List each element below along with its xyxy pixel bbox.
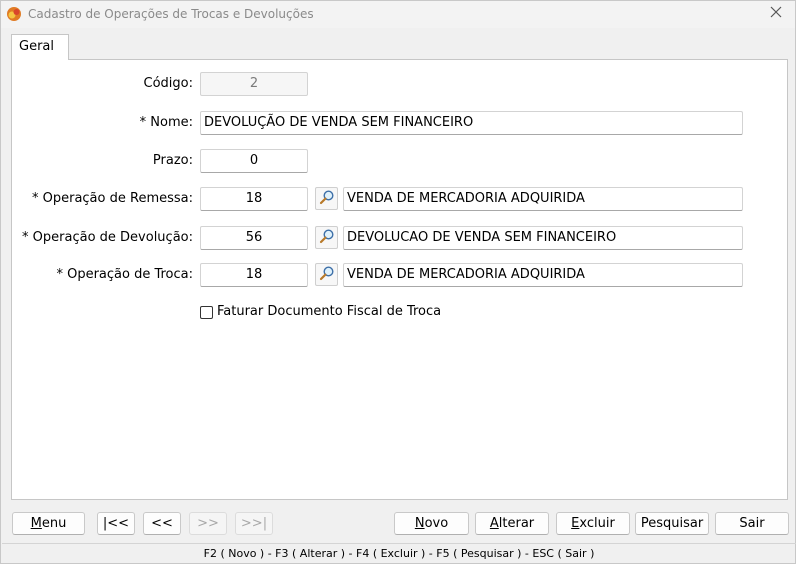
pesquisar-button[interactable]: Pesquisar (635, 512, 709, 535)
last-record-button[interactable]: >>| (235, 512, 273, 535)
prazo-field[interactable]: 0 (200, 149, 308, 173)
first-record-button[interactable]: |<< (97, 512, 135, 535)
close-icon (770, 6, 782, 22)
operacao-troca-lookup-button[interactable] (315, 263, 338, 286)
close-button[interactable] (763, 3, 789, 25)
next-record-button[interactable]: >> (189, 512, 227, 535)
operacao-devolucao-code-field[interactable]: 56 (200, 226, 308, 250)
sair-button[interactable]: Sair (715, 512, 789, 535)
faturar-checkbox-label[interactable]: Faturar Documento Fiscal de Troca (217, 304, 441, 319)
operacao-remessa-description-field[interactable]: VENDA DE MERCADORIA ADQUIRIDA (343, 187, 743, 211)
novo-button-hotkey: N (414, 516, 425, 531)
menu-button-hotkey: M (30, 516, 42, 531)
menu-button[interactable]: Menu (12, 512, 85, 535)
alterar-button[interactable]: Alterar (475, 512, 549, 535)
operacao-remessa-label: * Operação de Remessa: (31, 191, 193, 206)
codigo-label: Código: (143, 76, 193, 91)
status-bar: F2 ( Novo ) - F3 ( Alterar ) - F4 ( Excl… (2, 543, 796, 564)
novo-button-label: ovo (424, 516, 449, 531)
magnifier-icon (319, 189, 335, 209)
title-bar: Cadastro de Operações de Trocas e Devolu… (1, 1, 795, 28)
operacao-devolucao-label: * Operação de Devolução: (22, 230, 193, 245)
codigo-field: 2 (200, 72, 308, 96)
nome-label: * Nome: (139, 115, 193, 130)
main-window: Cadastro de Operações de Trocas e Devolu… (0, 0, 796, 564)
app-logo-icon (6, 6, 22, 22)
previous-record-button[interactable]: << (143, 512, 181, 535)
alterar-button-label: lterar (498, 516, 535, 531)
excluir-button[interactable]: Excluir (556, 512, 630, 535)
faturar-checkbox[interactable] (200, 306, 213, 319)
operacao-troca-description-field[interactable]: VENDA DE MERCADORIA ADQUIRIDA (343, 263, 743, 287)
tab-geral[interactable]: Geral (11, 34, 69, 60)
operacao-devolucao-lookup-button[interactable] (315, 226, 338, 249)
operacao-troca-code-field[interactable]: 18 (200, 263, 308, 287)
alterar-button-hotkey: A (489, 516, 499, 531)
nome-field[interactable]: DEVOLUÇÃO DE VENDA SEM FINANCEIRO (200, 111, 743, 135)
operacao-remessa-code-field[interactable]: 18 (200, 187, 308, 211)
window-title: Cadastro de Operações de Trocas e Devolu… (28, 7, 314, 21)
menu-button-label: enu (41, 516, 67, 531)
novo-button[interactable]: Novo (394, 512, 469, 535)
prazo-label: Prazo: (152, 153, 193, 168)
magnifier-icon (319, 265, 335, 285)
operacao-remessa-lookup-button[interactable] (315, 187, 338, 210)
excluir-button-label: xcluir (579, 516, 615, 531)
operacao-troca-label: * Operação de Troca: (56, 267, 193, 282)
magnifier-icon (319, 228, 335, 248)
operacao-devolucao-description-field[interactable]: DEVOLUCAO DE VENDA SEM FINANCEIRO (343, 226, 743, 250)
